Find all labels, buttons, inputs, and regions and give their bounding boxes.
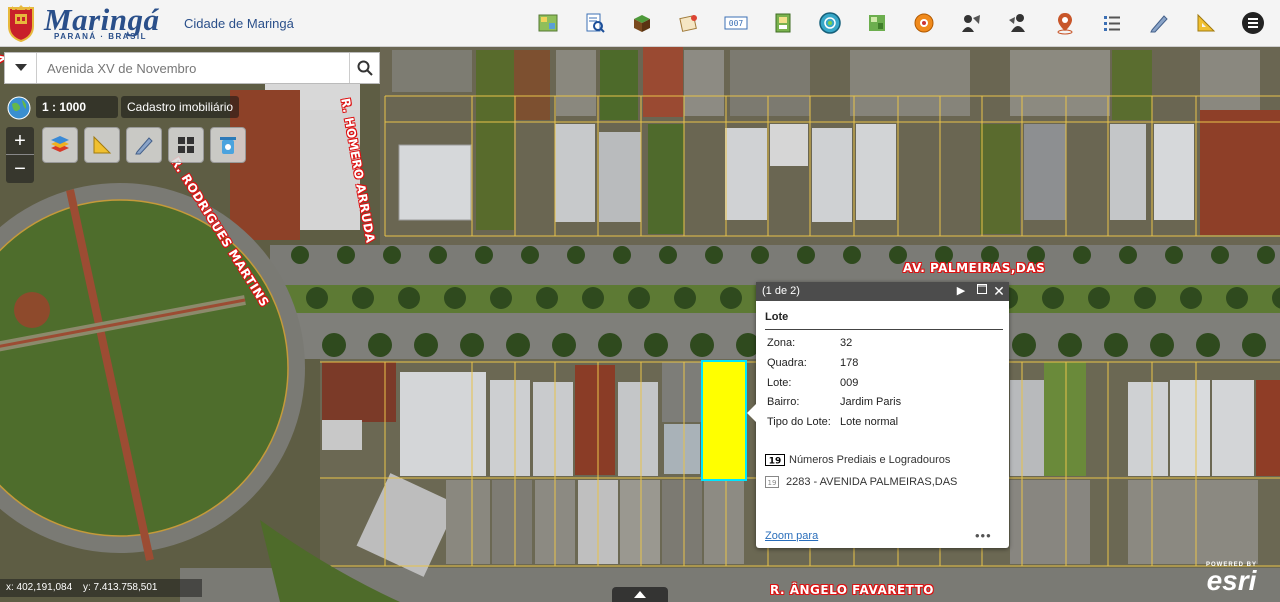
more-actions-icon[interactable]: ••• — [975, 528, 992, 543]
coordinate-readout: x: 402,191,084 y: 7.413.758,501 — [0, 579, 202, 597]
search-box: Avenida XV de Novembro — [4, 52, 380, 84]
attribute-value: 32 — [840, 337, 853, 349]
zoom-control: + − — [6, 127, 34, 183]
parcel-icon[interactable] — [864, 10, 890, 36]
close-icon[interactable]: ✕ — [992, 284, 1006, 298]
attribute-value: 178 — [840, 357, 859, 369]
pencil-icon — [135, 137, 153, 155]
layer-list-button[interactable] — [42, 127, 78, 163]
trash-icon — [220, 137, 236, 154]
active-layer-label[interactable]: Cadastro imobiliário — [121, 96, 240, 118]
search-button[interactable] — [349, 53, 379, 83]
attribute-value: 009 — [840, 377, 859, 389]
pin-icon[interactable] — [1052, 10, 1078, 36]
search-input[interactable]: Avenida XV de Novembro — [37, 53, 349, 83]
ruler-icon[interactable] — [1193, 10, 1219, 36]
address-record-icon: 19 — [765, 476, 779, 488]
attribute-row-tipo: Tipo do Lote: Lote normal — [767, 416, 898, 428]
attribute-row-bairro: Bairro: Jardim Paris — [767, 396, 901, 408]
logo-subtitle: PARANÁ · BRASIL — [54, 32, 148, 41]
street-view-icon[interactable] — [1005, 10, 1031, 36]
related-records-label: Números Prediais e Logradouros — [789, 454, 951, 466]
attribute-key: Bairro: — [767, 396, 800, 408]
esri-attribution[interactable]: POWERED BY esri — [1206, 562, 1257, 596]
measure-person-icon[interactable] — [958, 10, 984, 36]
coordinate-x: x: 402,191,084 — [6, 582, 73, 593]
map-note-icon[interactable] — [676, 10, 702, 36]
attribute-row-zona: Zona: 32 — [767, 337, 852, 349]
attribute-table-toggle[interactable] — [612, 587, 668, 602]
popup-header: (1 de 2) ▶ ✕ — [756, 282, 1009, 301]
chevron-up-icon — [634, 591, 646, 598]
grid-icon — [178, 137, 194, 153]
next-feature-icon[interactable]: ▶ — [954, 284, 968, 298]
measure-button[interactable] — [84, 127, 120, 163]
feature-popup: (1 de 2) ▶ ✕ Lote Zona: 32 Quadra: 178 Lot… — [747, 282, 1009, 548]
basemap-globe-icon[interactable] — [7, 96, 31, 120]
attribute-value: Lote normal — [840, 416, 899, 428]
menu-icon[interactable] — [1240, 10, 1266, 36]
zoom-in-button[interactable]: + — [6, 127, 34, 155]
document-search-icon[interactable] — [582, 10, 608, 36]
attribute-key: Lote: — [767, 377, 792, 389]
pencil-icon[interactable] — [1146, 10, 1172, 36]
clear-button[interactable] — [210, 127, 246, 163]
print-icon[interactable] — [770, 10, 796, 36]
list-icon[interactable] — [1099, 10, 1125, 36]
popup-counter: (1 de 2) — [762, 285, 800, 297]
attribute-key: Quadra: — [767, 357, 807, 369]
numbering-icon[interactable]: 007 — [723, 10, 749, 36]
search-source-dropdown[interactable] — [5, 53, 37, 83]
search-icon — [357, 60, 373, 76]
attribute-row-lote: Lote: 009 — [767, 377, 858, 389]
layers-icon — [51, 136, 69, 152]
location-icon[interactable] — [911, 10, 937, 36]
app-title: Cidade de Maringá — [184, 16, 294, 31]
chevron-down-icon — [14, 64, 27, 71]
coordinate-y: y: 7.413.758,501 — [82, 582, 158, 593]
svg-text:007: 007 — [729, 19, 744, 28]
street-label-angelo-favaretto: R. ÂNGELO FAVARETTO — [770, 583, 935, 597]
svg-text:19: 19 — [769, 457, 782, 467]
related-records-header[interactable]: 19 Números Prediais e Logradouros — [765, 454, 950, 466]
popup-pointer — [747, 404, 756, 422]
maximize-icon[interactable] — [975, 284, 989, 298]
app-header: Maringá PARANÁ · BRASIL Cidade de Maring… — [0, 0, 1280, 47]
draw-button[interactable] — [126, 127, 162, 163]
ruler-icon — [93, 135, 112, 154]
zoom-to-link[interactable]: Zoom para — [765, 530, 818, 542]
attribute-row-quadra: Quadra: 178 — [767, 357, 858, 369]
attribute-key: Zona: — [767, 337, 796, 349]
related-record-item[interactable]: 19 2283 - AVENIDA PALMEIRAS,DAS — [765, 476, 957, 488]
related-record-text: 2283 - AVENIDA PALMEIRAS,DAS — [786, 476, 958, 488]
svg-text:19: 19 — [768, 479, 777, 487]
grid-button[interactable] — [168, 127, 204, 163]
globe-icon[interactable] — [817, 10, 843, 36]
3d-block-icon[interactable] — [629, 10, 655, 36]
scale-indicator[interactable]: 1 : 1000 — [36, 96, 118, 118]
map-layers-icon[interactable] — [535, 10, 561, 36]
popup-title: Lote — [765, 311, 1003, 330]
city-crest-icon — [8, 5, 34, 42]
street-label-av-palmeiras: AV. PALMEIRAS,DAS — [903, 261, 1046, 275]
zoom-out-button[interactable]: − — [6, 155, 34, 183]
attribute-value: Jardim Paris — [840, 396, 902, 408]
esri-logo: esri — [1206, 565, 1257, 596]
address-number-icon: 19 — [765, 454, 785, 466]
attribute-key: Tipo do Lote: — [767, 416, 831, 428]
